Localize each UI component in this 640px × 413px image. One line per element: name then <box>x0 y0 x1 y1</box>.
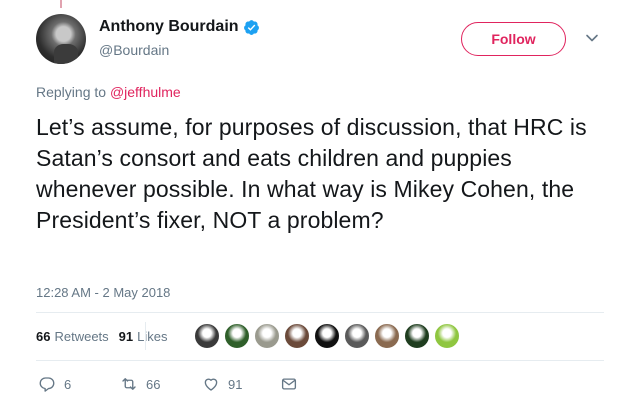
liker-avatar-1[interactable] <box>194 323 220 349</box>
liker-avatar-8[interactable] <box>404 323 430 349</box>
chevron-down-icon[interactable] <box>584 30 600 46</box>
tweet-stats: 66 Retweets 91 Likes <box>36 320 168 352</box>
like-action[interactable]: 91 <box>202 372 242 396</box>
likes-stat[interactable]: 91 Likes <box>119 329 168 344</box>
reply-icon <box>39 377 55 392</box>
author-display-name[interactable]: Anthony Bourdain <box>99 18 239 36</box>
replying-to-link[interactable]: @jeffhulme <box>110 84 181 100</box>
heart-icon <box>204 378 218 391</box>
likes-label: Likes <box>137 328 168 344</box>
liker-avatar-3[interactable] <box>254 323 280 349</box>
divider <box>36 360 604 361</box>
divider <box>36 312 604 313</box>
tweet-text: Let’s assume, for purposes of discussion… <box>36 114 587 233</box>
author-handle[interactable]: @Bourdain <box>99 42 169 58</box>
replying-to-line: Replying to @jeffhulme <box>36 84 181 100</box>
liker-avatar-6[interactable] <box>344 323 370 349</box>
verified-badge-icon <box>243 19 259 35</box>
reply-action[interactable]: 6 <box>38 372 71 396</box>
thread-line <box>60 0 62 8</box>
reply-count: 6 <box>64 376 72 392</box>
retweets-count: 66 <box>36 328 51 344</box>
retweet-count: 66 <box>146 376 161 392</box>
liker-avatar-4[interactable] <box>284 323 310 349</box>
likes-count: 91 <box>118 328 134 344</box>
liker-avatar-2[interactable] <box>224 323 250 349</box>
liker-avatars <box>194 323 464 349</box>
retweet-action[interactable]: 66 <box>120 372 160 396</box>
replying-to-label: Replying to <box>36 84 110 100</box>
follow-button[interactable]: Follow <box>461 22 566 56</box>
author-name-row: Anthony Bourdain <box>99 18 260 36</box>
retweet-icon <box>122 378 136 390</box>
retweets-label: Retweets <box>54 328 109 344</box>
direct-message-action[interactable] <box>280 372 298 396</box>
liker-avatar-5[interactable] <box>314 323 340 349</box>
envelope-icon <box>281 378 297 390</box>
liker-avatar-9[interactable] <box>434 323 460 349</box>
liker-avatar-7[interactable] <box>374 323 400 349</box>
tweet-timestamp[interactable]: 12:28 AM - 2 May 2018 <box>36 285 170 300</box>
retweets-stat[interactable]: 66 Retweets <box>36 329 109 344</box>
stats-separator <box>145 322 146 350</box>
tweet-header: Anthony Bourdain @Bourdain Follow <box>36 12 606 68</box>
like-count: 91 <box>228 376 243 392</box>
author-avatar[interactable] <box>36 14 86 64</box>
